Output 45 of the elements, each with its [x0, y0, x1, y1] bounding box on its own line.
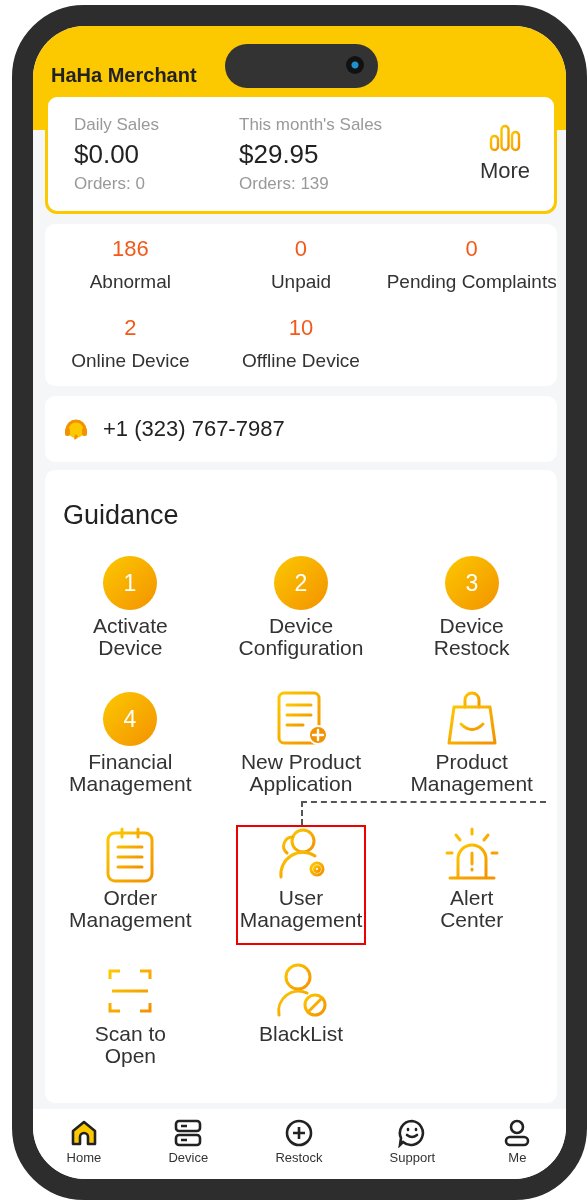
- sales-label: This month's Sales: [239, 114, 383, 135]
- phone-number: +1 (323) 767-7987: [103, 416, 285, 442]
- more-button[interactable]: More: [473, 123, 536, 185]
- stat-value: 0: [294, 236, 308, 262]
- step-number-icon: 1: [102, 555, 159, 611]
- step-number-icon: 2: [273, 555, 329, 611]
- guidance-item[interactable]: Scan to Open: [90, 961, 170, 1081]
- nav-tab[interactable]: Me: [496, 1116, 539, 1166]
- guidance-item[interactable]: User Management: [235, 825, 367, 945]
- stat-value: 186: [111, 236, 149, 262]
- plus-circle-icon: [283, 1117, 314, 1148]
- stat-label: Online Device: [71, 350, 190, 372]
- stat-label: Abnormal: [89, 271, 171, 293]
- support-phone-card[interactable]: +1 (323) 767-7987: [45, 396, 557, 462]
- sales-amount: $29.95: [239, 138, 320, 170]
- stat-value: 2: [124, 315, 137, 341]
- stat-value: 0: [465, 236, 478, 262]
- stat-value: 10: [288, 315, 314, 341]
- guidance-item[interactable]: Order Management: [65, 825, 196, 945]
- guidance-item[interactable]: Alert Center: [436, 825, 508, 945]
- bar-chart-icon: [488, 124, 521, 152]
- app-title: HaHa Merchant: [50, 63, 197, 88]
- guidance-item[interactable]: 2 Device Configuration: [234, 553, 368, 673]
- step-number-icon: 3: [443, 555, 500, 611]
- step-number-icon: 4: [102, 691, 159, 747]
- guidance-item[interactable]: 1 Activate Device: [88, 553, 172, 673]
- guidance-item[interactable]: BlackList: [254, 961, 347, 1081]
- guidance-item[interactable]: 4 Financial Management: [65, 689, 196, 809]
- orders-count: Orders: 0: [74, 173, 146, 194]
- guidance-item[interactable]: 3 Device Restock: [429, 553, 514, 673]
- stat-label: Pending Complaints: [386, 271, 557, 293]
- nav-tab[interactable]: Restock: [269, 1116, 329, 1166]
- sales-amount: $0.00: [74, 138, 141, 170]
- nav-tab[interactable]: Device: [162, 1116, 215, 1166]
- stat-label: Offline Device: [242, 350, 360, 372]
- orders-count: Orders: 139: [239, 173, 330, 194]
- guidance-item[interactable]: Product Management: [406, 689, 537, 809]
- nav-tab[interactable]: Home: [60, 1116, 108, 1166]
- server-icon: [173, 1117, 204, 1148]
- stat-label: Unpaid: [270, 271, 332, 293]
- alarm-light-icon: [443, 827, 500, 883]
- guidance-item[interactable]: New Product Application: [236, 689, 366, 809]
- nav-tab[interactable]: Support: [383, 1116, 442, 1166]
- section-title: Guidance: [62, 500, 180, 531]
- sales-label: Daily Sales: [74, 114, 161, 135]
